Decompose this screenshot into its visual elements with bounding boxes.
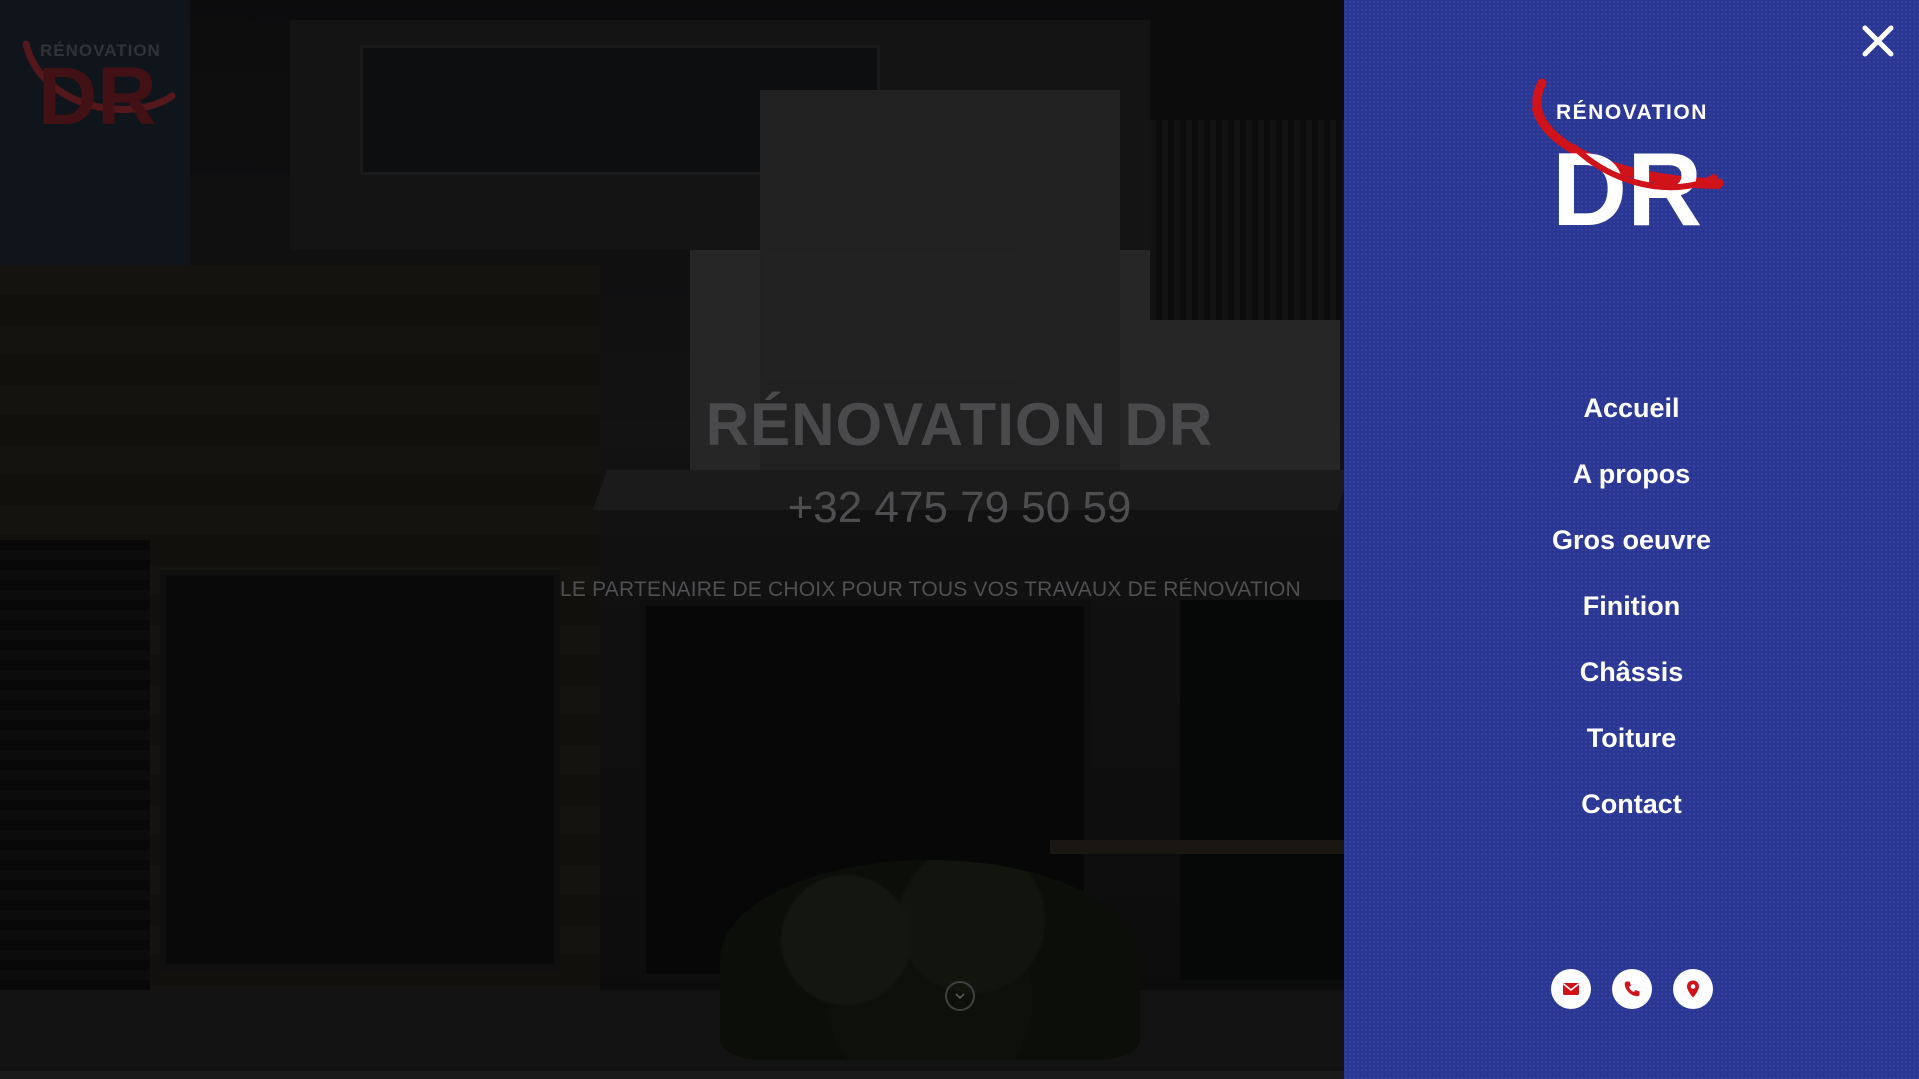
menu-link-chassis[interactable]: Châssis — [1580, 656, 1684, 689]
close-menu-button[interactable] — [1859, 22, 1897, 60]
menu-link-a-propos[interactable]: A propos — [1573, 458, 1691, 491]
menu-link-finition[interactable]: Finition — [1583, 590, 1680, 623]
menu-item-contact: Contact — [1344, 771, 1919, 837]
phone-button[interactable] — [1611, 969, 1652, 1009]
contact-icons — [1344, 969, 1919, 1009]
map-pin-icon — [1686, 980, 1699, 998]
menu-logo-word: RÉNOVATION — [1556, 101, 1708, 124]
phone-icon — [1624, 981, 1639, 997]
menu-logo[interactable]: RÉNOVATION DR — [1514, 75, 1754, 248]
menu-item-accueil: Accueil — [1344, 375, 1919, 441]
header-logo[interactable]: RÉNOVATION DR — [22, 14, 212, 144]
menu-item-a-propos: A propos — [1344, 441, 1919, 507]
hero-section: RÉNOVATION DR — [0, 0, 1344, 1079]
close-icon — [1862, 25, 1894, 57]
menu-item-chassis: Châssis — [1344, 639, 1919, 705]
hero-bottom-bar — [0, 1071, 1344, 1079]
menu-item-gros-oeuvre: Gros oeuvre — [1344, 507, 1919, 573]
menu-item-finition: Finition — [1344, 573, 1919, 639]
email-button[interactable] — [1550, 969, 1591, 1009]
menu-link-gros-oeuvre[interactable]: Gros oeuvre — [1552, 524, 1711, 557]
hero-tagline: LE PARTENAIRE DE CHOIX POUR TOUS VOS TRA… — [560, 578, 1301, 601]
menu-link-contact[interactable]: Contact — [1581, 788, 1682, 821]
location-button[interactable] — [1672, 969, 1713, 1009]
chevron-down-icon — [955, 993, 965, 1000]
side-menu-panel: RÉNOVATION DR Accueil A propos Gros oeuv… — [1344, 0, 1919, 1079]
menu-link-toiture[interactable]: Toiture — [1587, 722, 1677, 755]
header-logo-letters: DR — [38, 51, 156, 142]
menu-link-accueil[interactable]: Accueil — [1583, 392, 1679, 425]
envelope-icon — [1562, 983, 1579, 995]
scroll-down-button[interactable] — [945, 981, 975, 1011]
menu-item-toiture: Toiture — [1344, 705, 1919, 771]
menu-backdrop-overlay[interactable] — [0, 0, 1344, 1079]
